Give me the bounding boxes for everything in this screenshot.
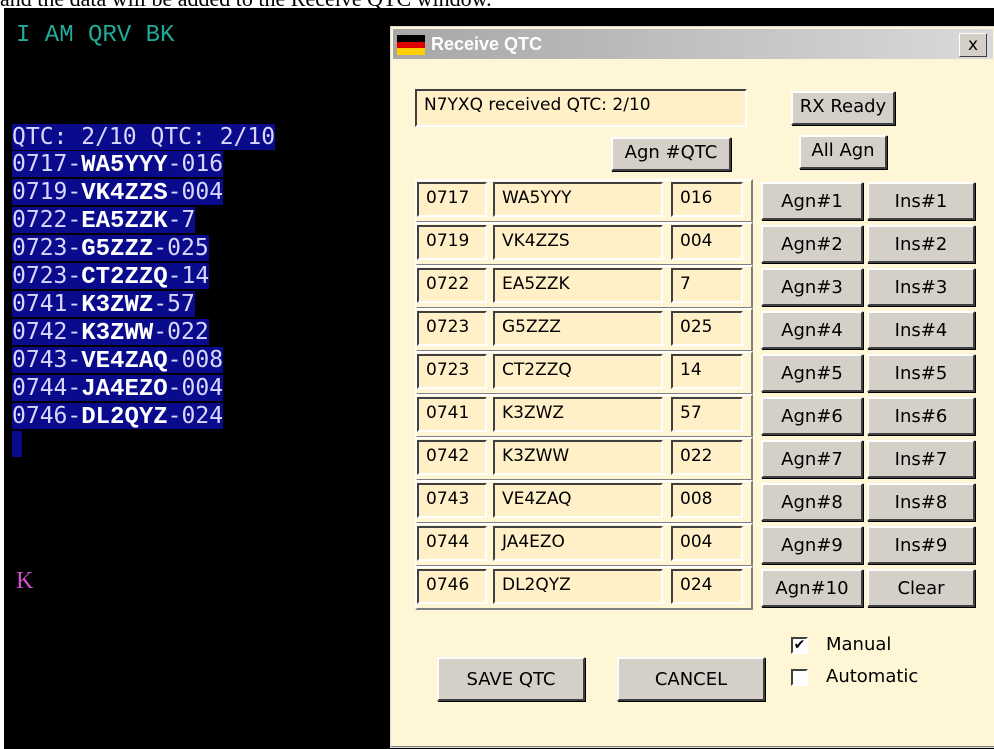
ins-row-button[interactable]: Ins#3 [867, 268, 975, 306]
qtc-row: 0719 VK4ZZS 004 [415, 222, 753, 266]
close-button[interactable]: x [959, 33, 987, 57]
qtc-row: 0746 DL2QYZ 024 [415, 566, 753, 610]
terminal-qtc-line: 0743-VE4ZAQ-008 [12, 347, 224, 375]
qtc-row: 0744 JA4EZO 004 [415, 523, 753, 567]
qtc-row: 0722 EA5ZZK 7 [415, 265, 753, 309]
qtc-row: 0723 CT2ZZQ 14 [415, 351, 753, 395]
germany-flag-icon [397, 35, 425, 56]
qtc-status-field: N7YXQ received QTC: 2/10 [415, 89, 747, 127]
cancel-button[interactable]: CANCEL [617, 657, 765, 701]
terminal-qtc-line: 0744-JA4EZO-004 [12, 375, 224, 403]
terminal-qtc-line: 0722-EA5ZZK-7 [12, 207, 196, 235]
qtc-call-field[interactable]: WA5YYY [493, 182, 663, 217]
terminal-cursor [12, 431, 22, 457]
terminal-qtc-line: 0741-K3ZWZ-57 [12, 291, 195, 319]
agn-row-button[interactable]: Agn#3 [761, 268, 863, 306]
terminal-qtc-line: 0742-K3ZWW-022 [12, 319, 209, 347]
qtc-time-field[interactable]: 0744 [417, 526, 487, 561]
terminal-qtc-header: QTC: 2/10 QTC: 2/10 [12, 124, 276, 150]
qtc-row: 0741 K3ZWZ 57 [415, 394, 753, 438]
agn-row-button[interactable]: Agn#8 [761, 483, 863, 521]
agn-row-button[interactable]: Agn#2 [761, 225, 863, 263]
ins-row-button[interactable]: Ins#8 [867, 483, 975, 521]
qtc-number-field[interactable]: 7 [671, 268, 743, 303]
terminal-k-line: K [16, 568, 34, 594]
automatic-label: Automatic [826, 666, 919, 687]
ins-row-button[interactable]: Ins#1 [867, 182, 975, 220]
qtc-call-field[interactable]: JA4EZO [493, 526, 663, 561]
dialog-titlebar[interactable]: Receive QTC x [393, 29, 993, 59]
qtc-row: 0723 G5ZZZ 025 [415, 308, 753, 352]
terminal-qtc-line: 0746-DL2QYZ-024 [12, 403, 224, 431]
terminal-qtc-line: 0723-CT2ZZQ-14 [12, 263, 210, 291]
terminal-qtc-line: 0723-G5ZZZ-025 [12, 235, 209, 263]
agn-row-button[interactable]: Agn#1 [761, 182, 863, 220]
qtc-time-field[interactable]: 0719 [417, 225, 487, 260]
qtc-number-field[interactable]: 016 [671, 182, 743, 217]
qtc-number-field[interactable]: 004 [671, 225, 743, 260]
dialog-title: Receive QTC [431, 34, 543, 54]
qtc-call-field[interactable]: DL2QYZ [493, 569, 663, 604]
qtc-time-field[interactable]: 0717 [417, 182, 487, 217]
ins-row-button[interactable]: Ins#2 [867, 225, 975, 263]
qtc-row: 0717 WA5YYY 016 [415, 179, 753, 223]
agn-row-button[interactable]: Agn#4 [761, 311, 863, 349]
terminal-qtc-line: 0719-VK4ZZS-004 [12, 179, 224, 207]
terminal-qtc-line: 0717-WA5YYY-016 [12, 151, 224, 179]
qtc-number-field[interactable]: 024 [671, 569, 743, 604]
qtc-call-field[interactable]: K3ZWZ [493, 397, 663, 432]
ins-row-button[interactable]: Ins#5 [867, 354, 975, 392]
page-caption: and the data will be added to the Receiv… [0, 0, 994, 11]
terminal-qtc-block: QTC: 2/10 QTC: 2/10 0717-WA5YYY-016 0719-… [12, 124, 382, 457]
qtc-time-field[interactable]: 0723 [417, 354, 487, 389]
ins-row-button[interactable]: Ins#6 [867, 397, 975, 435]
receive-qtc-dialog: Receive QTC x N7YXQ received QTC: 2/10 R… [390, 26, 994, 748]
qtc-time-field[interactable]: 0742 [417, 440, 487, 475]
qtc-time-field[interactable]: 0722 [417, 268, 487, 303]
qtc-time-field[interactable]: 0743 [417, 483, 487, 518]
all-agn-button[interactable]: All Agn [799, 135, 887, 169]
qtc-number-field[interactable]: 022 [671, 440, 743, 475]
qtc-time-field[interactable]: 0723 [417, 311, 487, 346]
rx-ready-button[interactable]: RX Ready [791, 91, 895, 125]
agn-row-button[interactable]: Agn#5 [761, 354, 863, 392]
agn-row-button[interactable]: Agn#6 [761, 397, 863, 435]
qtc-number-field[interactable]: 025 [671, 311, 743, 346]
agn-row-button[interactable]: Agn#10 [761, 569, 863, 607]
ins-row-button[interactable]: Ins#4 [867, 311, 975, 349]
ins-row-button[interactable]: Ins#7 [867, 440, 975, 478]
manual-checkbox[interactable]: ✔ [791, 637, 808, 654]
qtc-call-field[interactable]: VK4ZZS [493, 225, 663, 260]
qtc-call-field[interactable]: G5ZZZ [493, 311, 663, 346]
qtc-row: 0743 VE4ZAQ 008 [415, 480, 753, 524]
qtc-time-field[interactable]: 0741 [417, 397, 487, 432]
save-qtc-button[interactable]: SAVE QTC [437, 657, 585, 701]
qtc-number-field[interactable]: 004 [671, 526, 743, 561]
qtc-call-field[interactable]: K3ZWW [493, 440, 663, 475]
manual-label: Manual [826, 634, 892, 655]
clear-button[interactable]: Clear [867, 569, 975, 607]
qtc-call-field[interactable]: EA5ZZK [493, 268, 663, 303]
agn-qtc-button[interactable]: Agn #QTC [611, 137, 731, 171]
qtc-number-field[interactable]: 008 [671, 483, 743, 518]
qtc-number-field[interactable]: 57 [671, 397, 743, 432]
qtc-row: 0742 K3ZWW 022 [415, 437, 753, 481]
terminal-qrv-line: I AM QRV BK [16, 22, 175, 49]
ins-row-button[interactable]: Ins#9 [867, 526, 975, 564]
qtc-call-field[interactable]: CT2ZZQ [493, 354, 663, 389]
agn-row-button[interactable]: Agn#9 [761, 526, 863, 564]
qtc-time-field[interactable]: 0746 [417, 569, 487, 604]
qtc-number-field[interactable]: 14 [671, 354, 743, 389]
automatic-checkbox[interactable] [791, 669, 808, 686]
agn-row-button[interactable]: Agn#7 [761, 440, 863, 478]
qtc-call-field[interactable]: VE4ZAQ [493, 483, 663, 518]
